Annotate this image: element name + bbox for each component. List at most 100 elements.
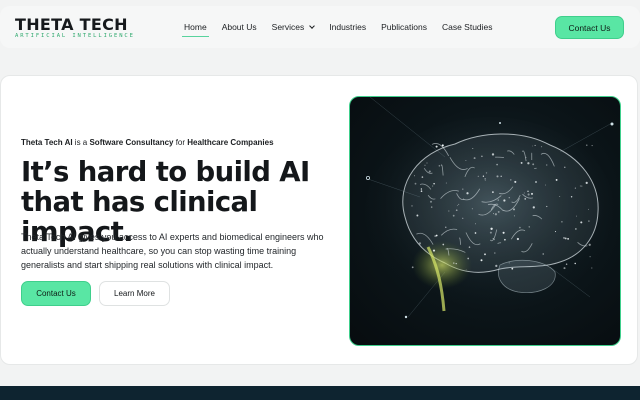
brain-sparkle [574, 187, 576, 189]
brain-sparkle [473, 157, 476, 160]
brain-sparkle [564, 237, 567, 240]
brain-sparkle [420, 188, 423, 190]
navbar: THETA TECH ARTIFICIAL INTELLIGENCE Home … [0, 6, 640, 48]
brain-sparkle [532, 206, 535, 209]
brain-sparkle [546, 205, 548, 208]
brain-sparkle [455, 263, 457, 265]
brain-sparkle [589, 256, 591, 258]
hero-tagline: Theta Tech AI is a Software Consultancy … [21, 138, 274, 147]
brain-sparkle [519, 226, 521, 229]
brain-sparkle [508, 262, 510, 264]
brain-sparkle [426, 162, 428, 164]
nav-item-services-label: Services [271, 22, 305, 32]
nav-contact-button[interactable]: Contact Us [555, 16, 624, 39]
brain-sparkle [527, 190, 529, 192]
brain-sparkle [542, 253, 544, 255]
brain-sparkle [492, 191, 494, 193]
chevron-down-icon [309, 22, 316, 29]
brain-sparkle [490, 227, 493, 230]
tagline-industry: Healthcare Companies [187, 138, 274, 147]
brain-sparkle [527, 162, 530, 165]
brain-sparkle [563, 267, 566, 270]
brain-sparkle [442, 243, 445, 246]
brain-sparkle [525, 156, 527, 158]
brain-sparkle [421, 176, 424, 178]
hero-description: Theta Tech AI gives you access to AI exp… [21, 232, 324, 270]
brain-sparkle [585, 181, 588, 185]
brain-sparkle [482, 175, 485, 177]
brain-sparkle [588, 208, 589, 210]
brain-sparkle [493, 213, 494, 215]
brain-sparkle [527, 193, 530, 196]
contact-us-button[interactable]: Contact Us [21, 281, 91, 306]
nav-item-about-us[interactable]: About Us [222, 6, 257, 48]
brain-sparkle [448, 210, 450, 212]
brain-sparkle [441, 144, 444, 147]
brain-sparkle [503, 199, 506, 202]
brain-sparkle [420, 190, 423, 192]
nav-item-services[interactable]: Services [271, 6, 316, 48]
brain-sparkle [591, 145, 593, 147]
brain-sparkle [494, 213, 498, 216]
tagline-company: Theta Tech AI [21, 138, 73, 147]
brain-sparkle [428, 170, 431, 173]
brain-sparkle [514, 180, 517, 183]
brain-sparkle [414, 175, 415, 177]
brain-sparkle [564, 166, 566, 168]
brain-sparkle [411, 205, 413, 207]
brain-sparkle [416, 214, 419, 217]
hero-brain-image [349, 96, 621, 346]
brain-sparkle [432, 185, 434, 187]
brain-sparkle [532, 163, 535, 166]
brain-sparkle [567, 238, 569, 240]
brain-sparkle [445, 226, 447, 228]
nav-item-industries[interactable]: Industries [329, 6, 366, 48]
brain-sparkle [462, 217, 464, 219]
nav-item-home[interactable]: Home [182, 6, 209, 48]
tagline-service: Software Consultancy [89, 138, 174, 147]
next-section-strip [0, 386, 640, 400]
brain-sparkle [475, 223, 476, 225]
brain-sparkle [438, 165, 440, 167]
brain-sparkle [500, 175, 502, 178]
brain-sparkle [494, 252, 496, 254]
brain-sparkle [588, 220, 590, 222]
brain-sparkle [455, 209, 458, 212]
brain-sparkle [429, 200, 433, 203]
brain-sparkle [491, 153, 495, 156]
brain-sparkle [554, 231, 557, 233]
brain-sparkle [510, 179, 512, 181]
nav-item-publications[interactable]: Publications [381, 6, 427, 48]
brain-sparkle [524, 198, 526, 200]
brain-sparkle [574, 262, 576, 265]
brain-sparkle [465, 160, 467, 161]
brain-sparkle [588, 243, 591, 246]
brain-sparkle [496, 163, 498, 166]
brain-sparkle [445, 182, 447, 184]
brain-sparkle [489, 231, 492, 234]
brain-sparkle [472, 147, 474, 149]
brain-sparkle [411, 266, 414, 269]
brain-sparkle [513, 215, 515, 217]
brain-sparkle [541, 146, 543, 148]
brain-sparkle [497, 210, 500, 213]
logo[interactable]: THETA TECH ARTIFICIAL INTELLIGENCE [15, 17, 135, 40]
brain-sparkle [471, 208, 473, 210]
brain-sparkle [580, 221, 583, 224]
brain-sparkle [502, 231, 505, 234]
brain-sparkle [474, 232, 477, 234]
brain-sparkle [465, 269, 467, 271]
brain-network-illustration [365, 97, 615, 319]
brain-sparkle [466, 192, 469, 195]
brain-sparkle [484, 178, 487, 180]
brain-sparkle [544, 184, 546, 186]
nav-item-case-studies[interactable]: Case Studies [442, 6, 493, 48]
tagline-text: is a [72, 138, 90, 147]
brain-sparkle [586, 144, 588, 146]
learn-more-button[interactable]: Learn More [99, 281, 170, 306]
brain-sparkle [591, 267, 593, 269]
hero-section: Theta Tech AI is a Software Consultancy … [0, 75, 638, 365]
brain-sparkle [534, 180, 538, 184]
logo-wordmark: THETA TECH [15, 15, 128, 34]
brain-sparkle [576, 215, 577, 217]
